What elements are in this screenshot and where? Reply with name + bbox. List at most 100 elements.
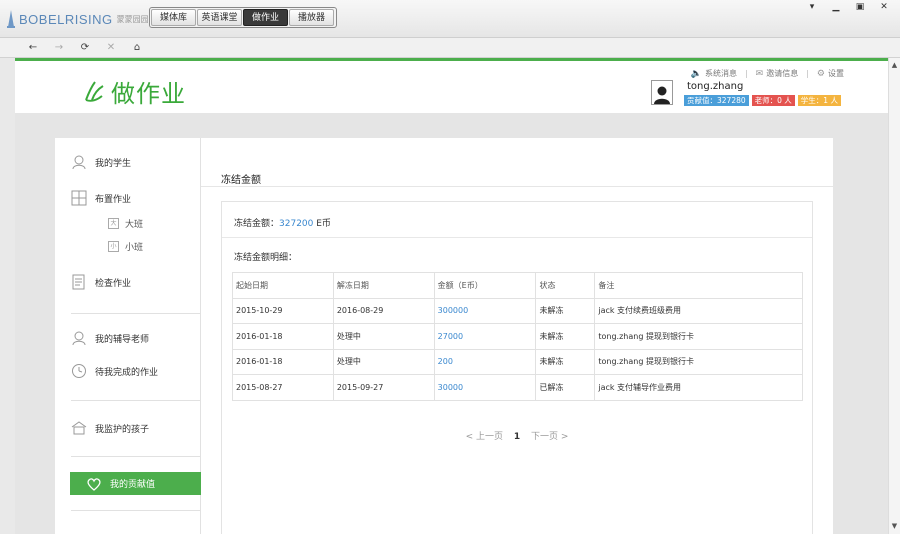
vertical-scrollbar[interactable]: ▲ ▼ [888,58,900,534]
unfreeze-date-cell: 2015-09-27 [332,374,435,401]
students-icon [72,155,86,170]
title-bar: BOBELRISING 蒙蒙园园 拼音！ 媒体库 英语课堂 做作业 播放器 ▾ … [0,0,900,38]
scroll-up-icon[interactable]: ▲ [889,60,900,71]
divider: | [806,69,809,78]
table-header-row: 起始日期 解冻日期 金额（E币） 状态 备注 [232,272,803,299]
dropdown-icon[interactable]: ▾ [800,0,824,14]
message-link[interactable]: ✉ 邀请信息 [756,68,799,79]
app-tabs: 媒体库 英语课堂 做作业 播放器 [149,7,337,28]
refresh-icon[interactable]: ⟳ [72,40,98,56]
start-date-cell: 2016-01-18 [232,348,334,375]
sidebar-item-todo[interactable]: 待我完成的作业 [71,363,158,379]
nav-toolbar: ← → ⟳ ✕ ⌂ [0,38,900,58]
forward-arrow-icon[interactable]: → [46,40,72,56]
column-header-amount: 金额（E币） [433,272,537,299]
stop-icon[interactable]: ✕ [98,40,124,56]
teacher-count-badge: 老师：0 人 [751,95,795,106]
note-cell: tong.zhang 提现到银行卡 [594,348,803,375]
sidebar-item-assign[interactable]: 布置作业 [71,190,131,206]
status-cell: 未解冻 [535,323,596,350]
sidebar-divider [71,456,201,457]
minimize-icon[interactable]: ▁ [824,0,848,14]
class-box-icon: 小 [108,241,119,252]
home-icon[interactable]: ⌂ [124,40,150,56]
column-header-status: 状态 [535,272,596,299]
frozen-amount: 327200 [279,219,314,229]
sidebar-divider [71,313,201,314]
amount-cell: 300000 [433,297,537,324]
frozen-card: 冻结金额：327200 E币 冻结金额明细： 起始日期 解冻日期 金额（E币） … [221,201,813,534]
sidebar-subitem-label: 小班 [125,243,144,253]
scroll-down-icon[interactable]: ▼ [889,521,900,532]
restore-icon[interactable]: ▣ [848,0,872,14]
top-links: 🔈 系统消息 | ✉ 邀请信息 | ⚙ 设置 [691,68,844,79]
close-icon[interactable]: ✕ [872,0,896,14]
sidebar-subitem-big-class[interactable]: 大 大班 [108,217,143,230]
tab-player[interactable]: 播放器 [289,9,334,26]
pagination: < 上一页 1 下一页 > [222,429,812,442]
sidebar-item-label: 我的学生 [95,158,132,169]
sidebar-subitem-label: 大班 [125,220,144,230]
amount-cell: 30000 [433,374,537,401]
document-check-icon [72,274,85,290]
sidebar-item-kids[interactable]: 我监护的孩子 [71,420,149,436]
current-page[interactable]: 1 [514,432,520,442]
contribution-badge: 贡献值：327280 [684,95,749,106]
start-date-cell: 2016-01-18 [232,323,334,350]
status-cell: 未解冻 [535,297,596,324]
prev-page-link[interactable]: < 上一页 [466,432,503,442]
homework-brand: 做作业 [83,74,186,109]
unfreeze-date-cell: 2016-08-29 [332,297,435,324]
main-panel: 我的学生 布置作业 大 大班 小 小班 检查作业 我的辅导老师 待我完成的作业 … [55,138,833,534]
page-header: 做作业 🔈 系统消息 | ✉ 邀请信息 | ⚙ 设置 tong.zhang 贡献… [15,58,888,113]
envelope-icon: ✉ [755,68,764,79]
leaf-icon [85,80,104,102]
note-cell: jack 支付辅导作业费用 [594,374,803,401]
start-date-cell: 2015-10-29 [232,297,334,324]
tutor-icon [72,331,86,346]
status-cell: 未解冻 [535,348,596,375]
browser-content: 做作业 🔈 系统消息 | ✉ 邀请信息 | ⚙ 设置 tong.zhang 贡献… [15,58,888,534]
sidebar-item-contribution[interactable]: 我的贡献值 [70,472,201,495]
class-box-icon: 大 [108,218,119,229]
sidebar-item-label: 检查作业 [95,278,132,289]
tab-homework[interactable]: 做作业 [243,9,288,26]
sidebar-divider [71,510,201,511]
house-icon [71,421,87,435]
clock-icon [72,364,86,378]
sidebar-item-label: 我的贡献值 [110,480,156,490]
system-message-link[interactable]: 🔈 系统消息 [691,68,737,79]
column-header-start-date: 起始日期 [232,272,334,299]
username: tong.zhang [687,81,744,92]
amount-cell: 200 [433,348,537,375]
user-silhouette-icon [654,86,670,104]
sidebar: 我的学生 布置作业 大 大班 小 小班 检查作业 我的辅导老师 待我完成的作业 … [55,138,201,534]
sidebar-subitem-small-class[interactable]: 小 小班 [108,240,143,253]
next-page-link[interactable]: 下一页 > [531,432,568,442]
sidebar-item-label: 我的辅导老师 [95,334,150,345]
tab-media-library[interactable]: 媒体库 [151,9,196,26]
tab-english-class[interactable]: 英语课堂 [197,9,242,26]
main-content: 冻结金额 冻结金额：327200 E币 冻结金额明细： 起始日期 解冻日期 金额… [201,138,833,534]
gear-icon: ⚙ [816,68,825,79]
frozen-unit: E币 [313,219,331,229]
frozen-label: 冻结金额： [234,219,280,229]
grid-icon [71,190,87,206]
unfreeze-date-cell: 处理中 [332,348,435,375]
sidebar-item-tutors[interactable]: 我的辅导老师 [71,330,149,346]
settings-link[interactable]: ⚙ 设置 [817,68,844,79]
sidebar-item-check[interactable]: 检查作业 [71,274,131,290]
table-row: 2015-08-27 2015-09-27 30000 已解冻 jack 支付辅… [232,374,803,401]
note-cell: jack 支付续费班级费用 [594,297,803,324]
section-title: 冻结金额 [221,175,261,186]
logo-text: BOBELRISING [19,11,113,27]
system-message-label: 系统消息 [704,69,737,78]
status-cell: 已解冻 [535,374,596,401]
divider: | [744,69,748,78]
title-divider [201,186,833,187]
start-date-cell: 2015-08-27 [232,374,334,401]
message-label: 邀请信息 [766,69,799,78]
sidebar-item-my-students[interactable]: 我的学生 [71,154,131,170]
avatar[interactable] [651,80,673,105]
back-arrow-icon[interactable]: ← [20,40,46,56]
